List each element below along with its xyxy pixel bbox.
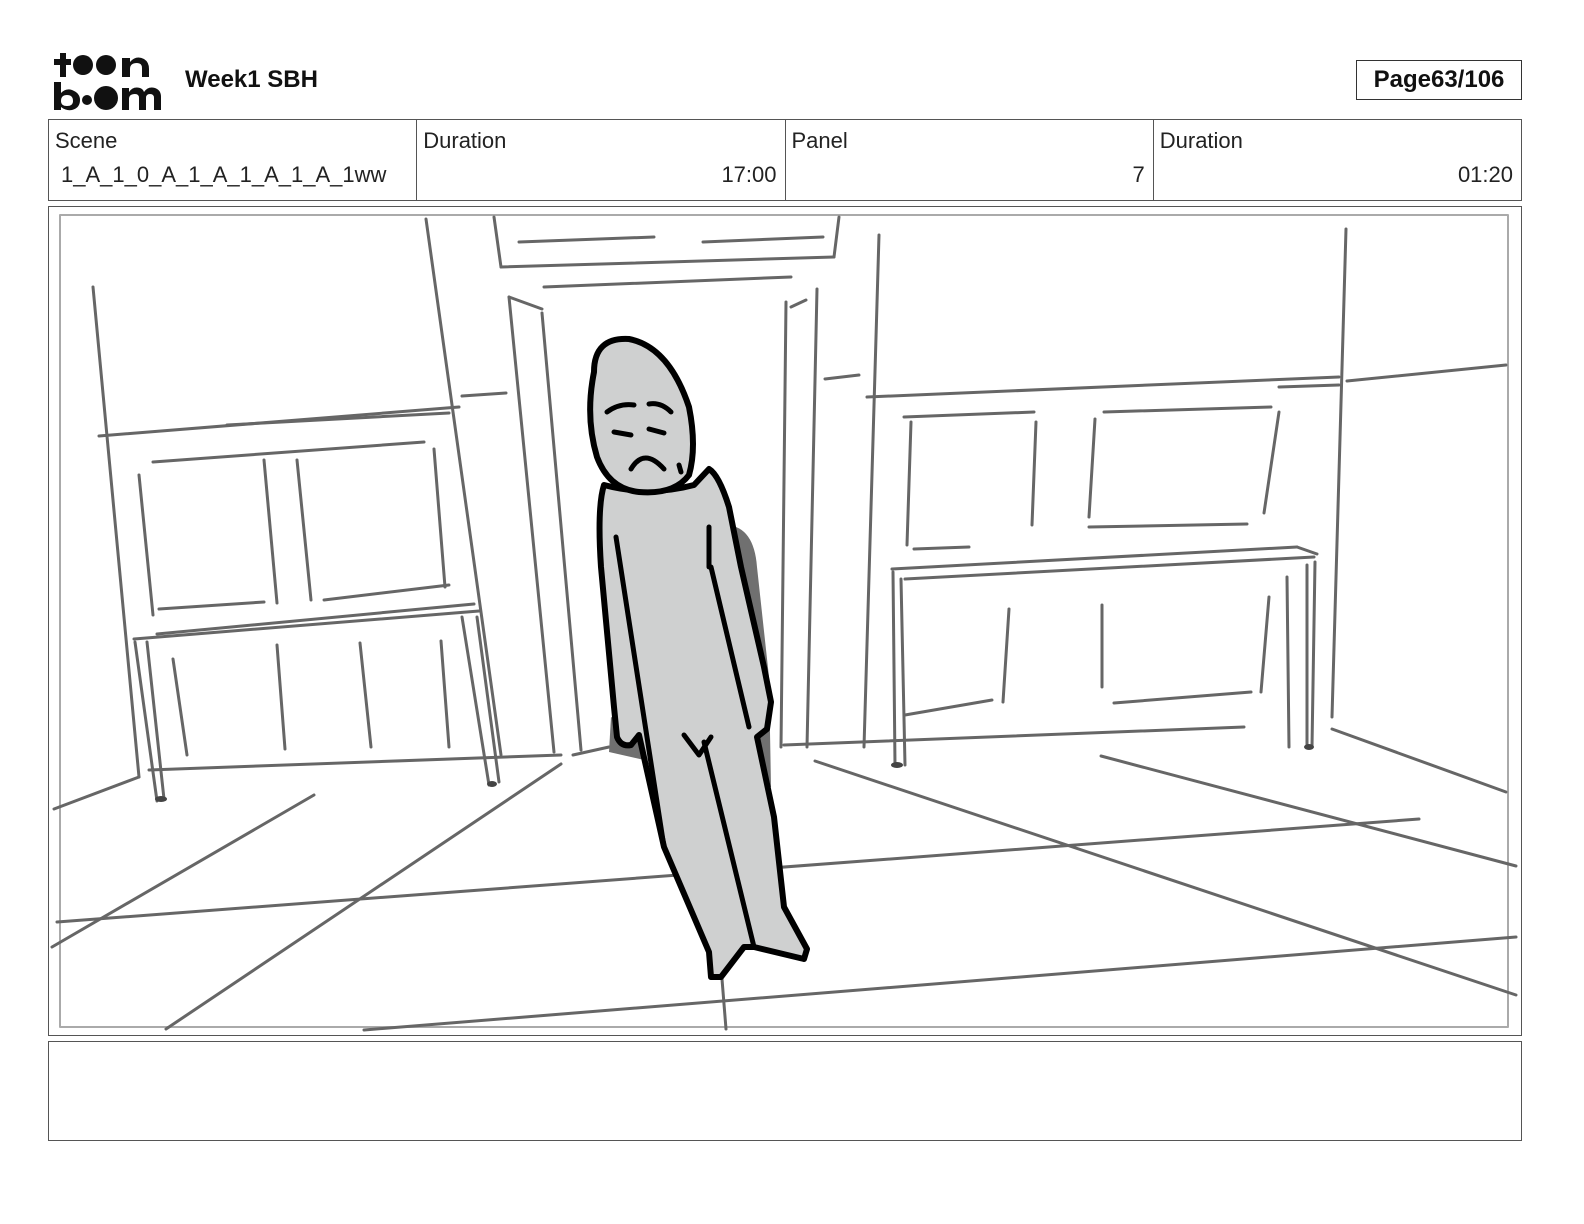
scene-duration-value: 17:00: [721, 162, 777, 187]
page-number: 63/106: [1430, 66, 1505, 93]
scene-label: Scene: [55, 128, 118, 153]
scene-value: 1_A_1_0_A_1_A_1_A_1_A_1ww: [61, 162, 387, 187]
notes-box: [48, 1041, 1522, 1141]
panel-value: 7: [1132, 162, 1145, 187]
page-indicator: Page 63/106: [1356, 60, 1522, 100]
scene-info-table: Scene 1_A_1_0_A_1_A_1_A_1_A_1ww Duration…: [48, 119, 1522, 201]
storyboard-panel: [48, 206, 1522, 1036]
panel-sketch: [50, 214, 1518, 1032]
panel-label: Panel: [791, 128, 848, 153]
panel-duration-label: Duration: [1159, 128, 1243, 153]
panel-cell: Panel 7: [786, 120, 1154, 200]
scene-cell: Scene 1_A_1_0_A_1_A_1_A_1_A_1ww: [49, 120, 418, 200]
page-label: Page: [1373, 66, 1431, 93]
panel-duration-value: 01:20: [1457, 162, 1513, 187]
panel-duration-cell: Duration 01:20: [1154, 120, 1521, 200]
toon-boom-logo: [52, 50, 164, 112]
scene-duration-cell: Duration 17:00: [417, 120, 786, 200]
scene-duration-label: Duration: [423, 128, 507, 153]
project-title: Week1 SBH: [185, 66, 318, 93]
